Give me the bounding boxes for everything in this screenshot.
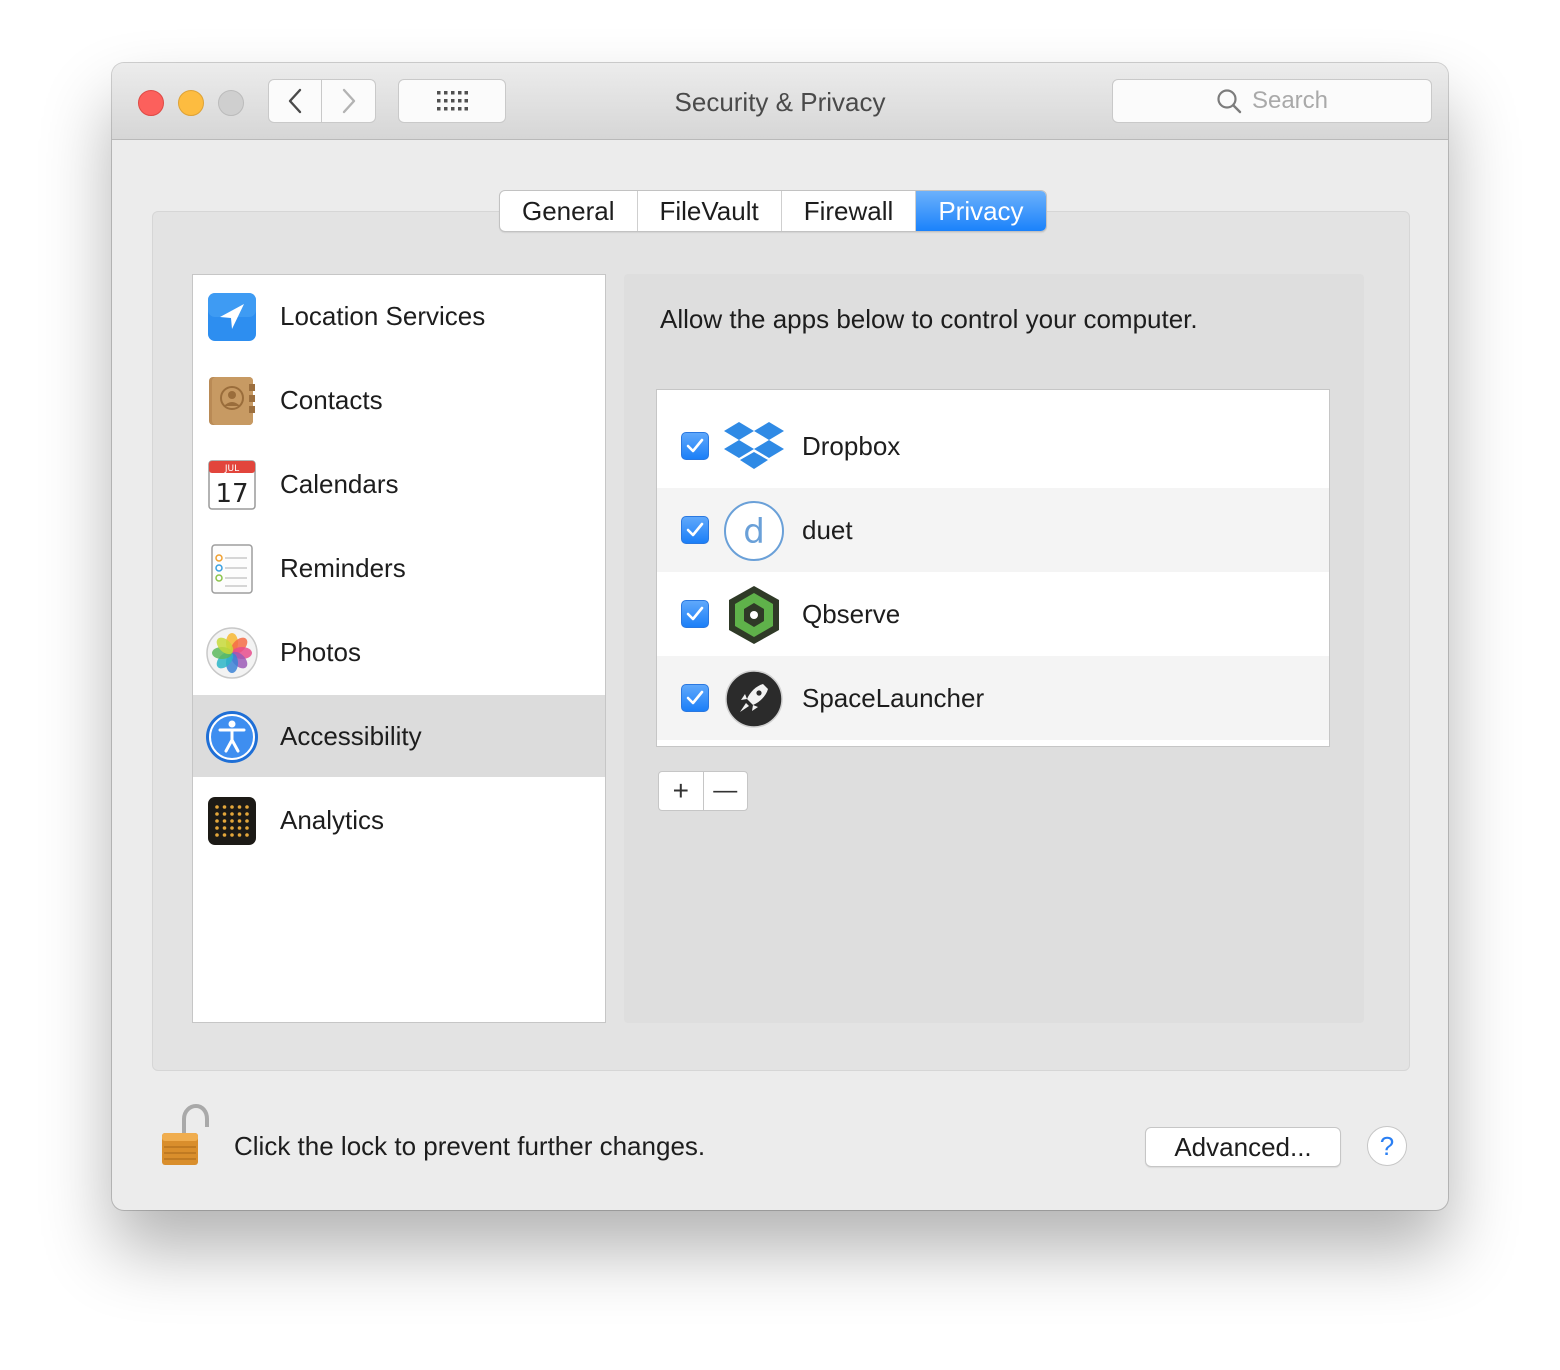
checkmark-icon: [686, 522, 704, 537]
calendar-month-text: JUL: [224, 464, 239, 474]
remove-app-button[interactable]: —: [702, 772, 748, 810]
list-item[interactable]: SpaceLauncher: [657, 656, 1329, 740]
list-item[interactable]: Qbserve: [657, 572, 1329, 656]
sidebar-item-label: Reminders: [280, 552, 406, 583]
app-checkbox[interactable]: [681, 516, 709, 544]
tab-privacy[interactable]: Privacy: [916, 191, 1046, 231]
checkmark-icon: [686, 438, 704, 453]
spacelauncher-rocket-icon: [725, 670, 783, 728]
security-privacy-window: Security & Privacy Search General FileVa…: [112, 63, 1448, 1210]
tab-filevault[interactable]: FileVault: [638, 191, 782, 231]
accessibility-figure-icon: [206, 711, 258, 763]
photos-flower-icon: [206, 627, 258, 679]
sidebar-item-accessibility[interactable]: Accessibility: [193, 695, 605, 777]
duet-icon: d: [724, 501, 784, 561]
add-label: +: [672, 775, 689, 806]
analytics-dots-icon: [208, 797, 256, 845]
checkmark-icon: [686, 690, 704, 705]
sidebar-item-label: Accessibility: [280, 720, 422, 751]
lock-button[interactable]: [158, 1103, 212, 1169]
tab-general[interactable]: General: [500, 191, 638, 231]
sidebar-item-analytics[interactable]: Analytics: [193, 779, 605, 861]
app-list[interactable]: Dropbox d duet Qbserve SpaceLauncher: [656, 389, 1330, 747]
app-name: duet: [802, 515, 853, 545]
sidebar-item-calendars[interactable]: JUL 17 Calendars: [193, 443, 605, 525]
tab-firewall[interactable]: Firewall: [782, 191, 917, 231]
sidebar-item-label: Calendars: [280, 468, 399, 499]
unlocked-padlock-icon: [162, 1103, 209, 1165]
sidebar-item-label: Photos: [280, 636, 361, 667]
sidebar-item-label: Analytics: [280, 804, 385, 835]
dropbox-icon: [724, 422, 784, 469]
help-button[interactable]: ?: [1367, 1126, 1407, 1166]
sidebar-item-photos[interactable]: Photos: [193, 611, 605, 693]
search-icon: [1217, 89, 1242, 114]
add-remove-control: + —: [658, 771, 748, 811]
app-name: Dropbox: [802, 431, 901, 461]
reminders-list-icon: [211, 544, 253, 594]
app-name: Qbserve: [802, 599, 901, 629]
qbserve-icon: [729, 586, 779, 644]
add-app-button[interactable]: +: [659, 772, 703, 810]
title-bar: Security & Privacy Search: [112, 63, 1448, 140]
sidebar-item-label: Location Services: [280, 300, 486, 331]
app-name: SpaceLauncher: [802, 683, 985, 713]
sidebar-item-label: Contacts: [280, 384, 383, 415]
tab-bar: General FileVault Firewall Privacy: [499, 190, 1047, 232]
app-checkbox[interactable]: [681, 432, 709, 460]
privacy-category-list: Location Services Contacts JUL 17 Calend…: [192, 274, 606, 1023]
search-field[interactable]: Search: [1112, 79, 1432, 123]
list-item[interactable]: Dropbox: [657, 404, 1329, 488]
instruction-text: Allow the apps below to control your com…: [660, 304, 1198, 334]
remove-label: —: [713, 777, 738, 804]
location-arrow-icon: [208, 293, 256, 341]
duet-letter: d: [743, 512, 765, 552]
list-item[interactable]: d duet: [657, 488, 1329, 572]
sidebar-item-location-services[interactable]: Location Services: [193, 275, 605, 357]
calendar-day-text: 17: [215, 479, 248, 509]
checkmark-icon: [686, 606, 704, 621]
app-checkbox[interactable]: [681, 600, 709, 628]
sidebar-item-reminders[interactable]: Reminders: [193, 527, 605, 609]
calendar-icon: JUL 17: [208, 460, 256, 510]
advanced-button[interactable]: Advanced...: [1145, 1127, 1341, 1167]
contacts-book-icon: [209, 377, 255, 425]
search-placeholder: Search: [1251, 87, 1329, 114]
lock-status-text: Click the lock to prevent further change…: [234, 1131, 706, 1161]
app-checkbox[interactable]: [681, 684, 709, 712]
accessibility-pane: Allow the apps below to control your com…: [624, 274, 1364, 1023]
sidebar-item-contacts[interactable]: Contacts: [193, 359, 605, 441]
